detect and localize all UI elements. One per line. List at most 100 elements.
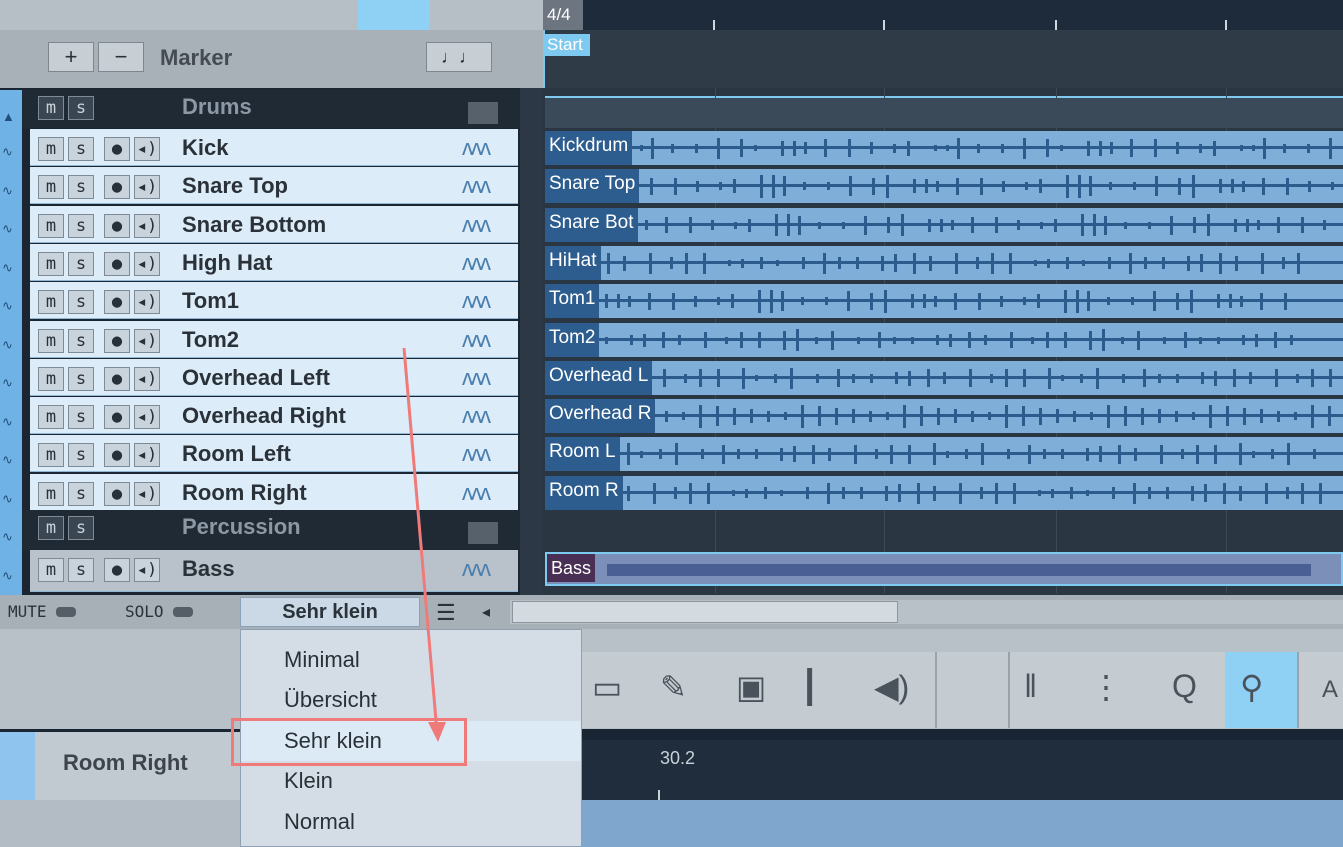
marker-lane[interactable] [543, 30, 1343, 88]
start-marker[interactable]: Start [545, 34, 590, 56]
folder-icon[interactable] [468, 102, 498, 124]
scroll-up-icon[interactable]: ▲ [2, 110, 20, 124]
mute-button[interactable]: m [38, 96, 64, 120]
pencil-icon[interactable]: ✎ [660, 668, 687, 706]
editor-lane[interactable] [580, 800, 1343, 847]
menu-item-klein[interactable]: Klein [241, 761, 581, 801]
snap-icon[interactable]: ⚲ [1240, 668, 1263, 706]
record-button[interactable]: ● [104, 290, 130, 314]
mute-button[interactable]: m [38, 137, 64, 161]
track-high-hat[interactable]: m s ● ◂) High Hat ʌʌʌ [30, 244, 518, 281]
solo-button[interactable]: s [68, 175, 94, 199]
track-type-icon[interactable]: ∿ [2, 337, 20, 352]
monitor-button[interactable]: ◂) [134, 252, 160, 276]
remove-marker-button[interactable]: − [98, 42, 144, 72]
record-button[interactable]: ● [104, 252, 130, 276]
monitor-button[interactable]: ◂) [134, 137, 160, 161]
clip-room-r[interactable]: Room R [545, 476, 1343, 510]
record-button[interactable]: ● [104, 482, 130, 506]
record-button[interactable]: ● [104, 137, 130, 161]
track-type-icon[interactable]: ∿ [2, 453, 20, 467]
track-type-icon[interactable]: ∿ [2, 260, 20, 275]
global-mute-button[interactable]: MUTE [8, 602, 77, 621]
clip-hihat[interactable]: HiHat [545, 246, 1343, 280]
track-overhead-left[interactable]: m s ● ◂) Overhead Left ʌʌʌ [30, 359, 518, 396]
split-icon[interactable]: ┃ [800, 668, 819, 706]
folder-drums[interactable]: m s Drums [22, 90, 520, 128]
timeline-ruler[interactable] [543, 0, 1343, 30]
mute-button[interactable]: m [38, 290, 64, 314]
track-type-icon[interactable]: ∿ [2, 530, 20, 544]
monitor-button[interactable]: ◂) [134, 175, 160, 199]
clip-overhead-r[interactable]: Overhead R [545, 399, 1343, 433]
monitor-button[interactable]: ◂) [134, 367, 160, 391]
menu-item-ubersicht[interactable]: Übersicht [241, 680, 581, 720]
mute-button[interactable]: m [38, 405, 64, 429]
speaker-icon[interactable]: ◀) [874, 668, 909, 706]
monitor-button[interactable]: ◂) [134, 482, 160, 506]
mute-button[interactable]: m [38, 214, 64, 238]
monitor-button[interactable]: ◂) [134, 443, 160, 467]
keyboard-icon[interactable]: ▣ [736, 668, 766, 706]
splitter[interactable] [520, 88, 543, 595]
menu-icon[interactable]: ☰ [436, 600, 456, 626]
clip-tom2[interactable]: Tom2 [545, 323, 1343, 357]
record-button[interactable]: ● [104, 405, 130, 429]
track-snare-bottom[interactable]: m s ● ◂) Snare Bottom ʌʌʌ [30, 206, 518, 243]
monitor-button[interactable]: ◂) [134, 290, 160, 314]
text-tool-icon[interactable]: A [1322, 676, 1338, 704]
solo-button[interactable]: s [68, 482, 94, 506]
record-button[interactable]: ● [104, 367, 130, 391]
mute-button[interactable]: m [38, 482, 64, 506]
solo-button[interactable]: s [68, 558, 94, 582]
solo-button[interactable]: s [68, 443, 94, 467]
mute-button[interactable]: m [38, 558, 64, 582]
track-kick[interactable]: m s ● ◂) Kick ʌʌʌ [30, 129, 518, 166]
monitor-button[interactable]: ◂) [134, 214, 160, 238]
mute-button[interactable]: m [38, 252, 64, 276]
eraser-icon[interactable]: ▭ [592, 668, 622, 706]
mute-button[interactable]: m [38, 175, 64, 199]
track-type-icon[interactable]: ∿ [2, 376, 20, 390]
track-size-select[interactable]: Sehr klein [240, 597, 420, 627]
record-button[interactable]: ● [104, 329, 130, 353]
folder-icon[interactable] [468, 522, 498, 544]
clip-bass[interactable]: Bass [545, 552, 1343, 586]
track-tom1[interactable]: m s ● ◂) Tom1 ʌʌʌ [30, 282, 518, 319]
notes-icon[interactable]: ♩♩ [426, 42, 492, 72]
solo-button[interactable]: s [68, 214, 94, 238]
track-overhead-right[interactable]: m s ● ◂) Overhead Right ʌʌʌ [30, 397, 518, 434]
clip-overhead-l[interactable]: Overhead L [545, 361, 1343, 395]
monitor-button[interactable]: ◂) [134, 329, 160, 353]
mute-button[interactable]: m [38, 516, 64, 540]
solo-button[interactable]: s [68, 367, 94, 391]
track-snare-top[interactable]: m s ● ◂) Snare Top ʌʌʌ [30, 167, 518, 204]
solo-button[interactable]: s [68, 516, 94, 540]
solo-button[interactable]: s [68, 137, 94, 161]
clip-snare-top[interactable]: Snare Top [545, 169, 1343, 203]
solo-button[interactable]: s [68, 329, 94, 353]
track-type-icon[interactable]: ∿ [2, 491, 20, 506]
track-type-icon[interactable]: ∿ [2, 183, 20, 198]
record-button[interactable]: ● [104, 214, 130, 238]
track-type-icon[interactable]: ∿ [2, 145, 20, 159]
mute-button[interactable]: m [38, 443, 64, 467]
solo-button[interactable]: s [68, 96, 94, 120]
folder-lane-drums[interactable] [545, 96, 1343, 128]
record-button[interactable]: ● [104, 443, 130, 467]
mute-button[interactable]: m [38, 329, 64, 353]
horizontal-scroll-thumb[interactable] [512, 601, 898, 623]
solo-button[interactable]: s [68, 405, 94, 429]
track-type-icon[interactable]: ∿ [2, 222, 20, 236]
audio-bend-icon[interactable]: ǁ [1024, 668, 1037, 705]
solo-button[interactable]: s [68, 290, 94, 314]
monitor-button[interactable]: ◂) [134, 405, 160, 429]
active-tool-button[interactable] [358, 0, 430, 30]
clip-kickdrum[interactable]: Kickdrum [545, 131, 1343, 165]
mute-button[interactable]: m [38, 367, 64, 391]
global-solo-button[interactable]: SOLO [125, 602, 194, 621]
clip-snare-bot[interactable]: Snare Bot [545, 208, 1343, 242]
track-type-icon[interactable]: ∿ [2, 299, 20, 313]
scroll-left-icon[interactable]: ◂ [482, 602, 490, 622]
folder-percussion[interactable]: m s Percussion [22, 510, 520, 550]
